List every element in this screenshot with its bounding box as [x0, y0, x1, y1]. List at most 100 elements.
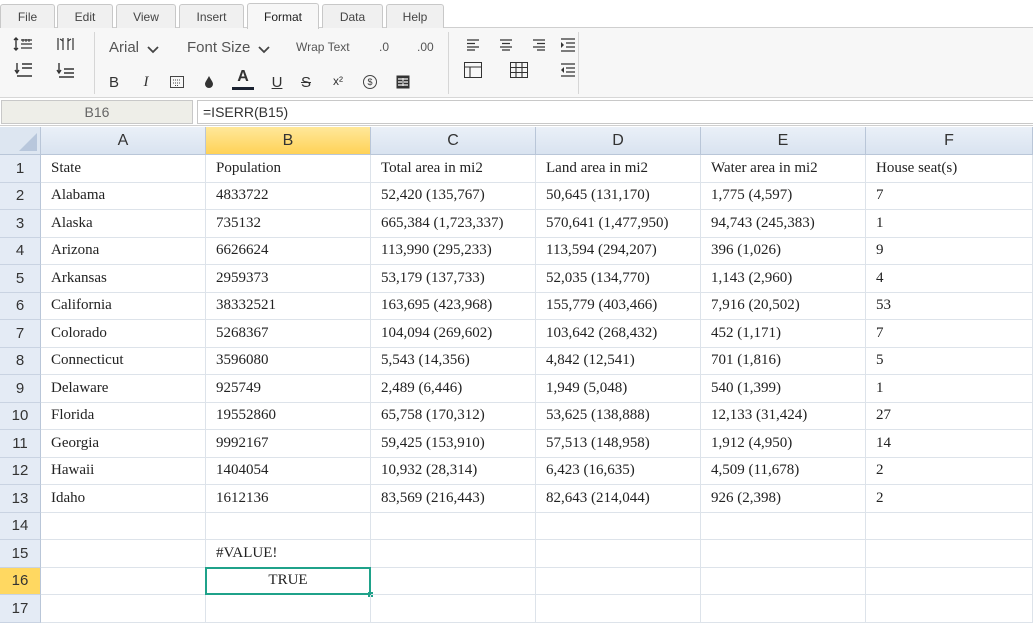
- cell-b10[interactable]: 19552860: [206, 402, 371, 430]
- table-icon[interactable]: [462, 59, 484, 81]
- cell-b14[interactable]: [206, 512, 371, 540]
- cell-f16[interactable]: [866, 567, 1033, 595]
- cell-c2[interactable]: 52,420 (135,767): [371, 182, 536, 210]
- cell-d15[interactable]: [536, 540, 701, 568]
- cell-f12[interactable]: 2: [866, 457, 1033, 485]
- cell-a9[interactable]: Delaware: [41, 375, 206, 403]
- underline-button[interactable]: U: [266, 71, 288, 93]
- cell-e16[interactable]: [701, 567, 866, 595]
- cell-e11[interactable]: 1,912 (4,950): [701, 430, 866, 458]
- cell-a2[interactable]: Alabama: [41, 182, 206, 210]
- tab-file[interactable]: File: [0, 4, 55, 28]
- row-header-10[interactable]: 10: [0, 402, 41, 430]
- tab-data[interactable]: Data: [322, 4, 383, 28]
- cell-d2[interactable]: 50,645 (131,170): [536, 182, 701, 210]
- cell-c13[interactable]: 83,569 (216,443): [371, 485, 536, 513]
- row-header-2[interactable]: 2: [0, 182, 41, 210]
- merge-cells-icon[interactable]: [392, 71, 414, 93]
- tab-format[interactable]: Format: [247, 3, 319, 29]
- cell-e1[interactable]: Water area in mi2: [701, 155, 866, 183]
- row-header-13[interactable]: 13: [0, 485, 41, 513]
- row-header-8[interactable]: 8: [0, 347, 41, 375]
- cell-e3[interactable]: 94,743 (245,383): [701, 210, 866, 238]
- cell-a12[interactable]: Hawaii: [41, 457, 206, 485]
- cell-c10[interactable]: 65,758 (170,312): [371, 402, 536, 430]
- row-header-11[interactable]: 11: [0, 430, 41, 458]
- cell-a6[interactable]: California: [41, 292, 206, 320]
- cell-d9[interactable]: 1,949 (5,048): [536, 375, 701, 403]
- cell-e13[interactable]: 926 (2,398): [701, 485, 866, 513]
- row-header-3[interactable]: 3: [0, 210, 41, 238]
- cell-c15[interactable]: [371, 540, 536, 568]
- cell-a17[interactable]: [41, 595, 206, 623]
- cell-b11[interactable]: 9992167: [206, 430, 371, 458]
- cell-c8[interactable]: 5,543 (14,356): [371, 347, 536, 375]
- row-header-14[interactable]: 14: [0, 512, 41, 540]
- font-size-dropdown[interactable]: Font Size: [187, 36, 271, 58]
- currency-button[interactable]: $: [359, 71, 381, 93]
- cell-f2[interactable]: 7: [866, 182, 1033, 210]
- cell-a15[interactable]: [41, 540, 206, 568]
- cell-b13[interactable]: 1612136: [206, 485, 371, 513]
- row-header-17[interactable]: 17: [0, 595, 41, 623]
- row-header-6[interactable]: 6: [0, 292, 41, 320]
- indent-left-icon[interactable]: [557, 59, 579, 81]
- row-header-7[interactable]: 7: [0, 320, 41, 348]
- cell-borders-icon[interactable]: [508, 59, 530, 81]
- cell-b1[interactable]: Population: [206, 155, 371, 183]
- cell-a5[interactable]: Arkansas: [41, 265, 206, 293]
- cell-e4[interactable]: 396 (1,026): [701, 237, 866, 265]
- tab-view[interactable]: View: [116, 4, 176, 28]
- cell-b6[interactable]: 38332521: [206, 292, 371, 320]
- cell-f17[interactable]: [866, 595, 1033, 623]
- cell-c6[interactable]: 163,695 (423,968): [371, 292, 536, 320]
- cell-b12[interactable]: 1404054: [206, 457, 371, 485]
- row-header-15[interactable]: 15: [0, 540, 41, 568]
- cell-d11[interactable]: 57,513 (148,958): [536, 430, 701, 458]
- cell-f5[interactable]: 4: [866, 265, 1033, 293]
- cell-b17[interactable]: [206, 595, 371, 623]
- wrap-text-button[interactable]: Wrap Text: [296, 36, 350, 58]
- cell-d10[interactable]: 53,625 (138,888): [536, 402, 701, 430]
- row-header-12[interactable]: 12: [0, 457, 41, 485]
- cell-f8[interactable]: 5: [866, 347, 1033, 375]
- align-center-icon[interactable]: [495, 34, 517, 56]
- align-right-icon[interactable]: [528, 34, 550, 56]
- cell-c9[interactable]: 2,489 (6,446): [371, 375, 536, 403]
- cell-b4[interactable]: 6626624: [206, 237, 371, 265]
- cell-b9[interactable]: 925749: [206, 375, 371, 403]
- cell-d4[interactable]: 113,594 (294,207): [536, 237, 701, 265]
- column-header-e[interactable]: E: [701, 127, 866, 155]
- cell-f14[interactable]: [866, 512, 1033, 540]
- row-header-5[interactable]: 5: [0, 265, 41, 293]
- cell-e12[interactable]: 4,509 (11,678): [701, 457, 866, 485]
- cell-d17[interactable]: [536, 595, 701, 623]
- formula-input[interactable]: =ISERR(B15): [197, 100, 1033, 124]
- name-box[interactable]: B16: [1, 100, 193, 124]
- cell-c11[interactable]: 59,425 (153,910): [371, 430, 536, 458]
- cell-d16[interactable]: [536, 567, 701, 595]
- cell-d8[interactable]: 4,842 (12,541): [536, 347, 701, 375]
- cell-d1[interactable]: Land area in mi2: [536, 155, 701, 183]
- row-header-9[interactable]: 9: [0, 375, 41, 403]
- cell-f9[interactable]: 1: [866, 375, 1033, 403]
- cell-e5[interactable]: 1,143 (2,960): [701, 265, 866, 293]
- cell-e9[interactable]: 540 (1,399): [701, 375, 866, 403]
- cell-c4[interactable]: 113,990 (295,233): [371, 237, 536, 265]
- cell-b7[interactable]: 5268367: [206, 320, 371, 348]
- strikethrough-button[interactable]: S: [295, 71, 317, 93]
- cell-b16[interactable]: TRUE: [206, 567, 371, 595]
- cell-b3[interactable]: 735132: [206, 210, 371, 238]
- cell-e6[interactable]: 7,916 (20,502): [701, 292, 866, 320]
- cell-d7[interactable]: 103,642 (268,432): [536, 320, 701, 348]
- cell-e15[interactable]: [701, 540, 866, 568]
- cell-f7[interactable]: 7: [866, 320, 1033, 348]
- cell-e7[interactable]: 452 (1,171): [701, 320, 866, 348]
- italic-button[interactable]: I: [135, 71, 157, 93]
- cell-d5[interactable]: 52,035 (134,770): [536, 265, 701, 293]
- cell-f3[interactable]: 1: [866, 210, 1033, 238]
- cell-c7[interactable]: 104,094 (269,602): [371, 320, 536, 348]
- cell-a13[interactable]: Idaho: [41, 485, 206, 513]
- cell-f4[interactable]: 9: [866, 237, 1033, 265]
- cell-f11[interactable]: 14: [866, 430, 1033, 458]
